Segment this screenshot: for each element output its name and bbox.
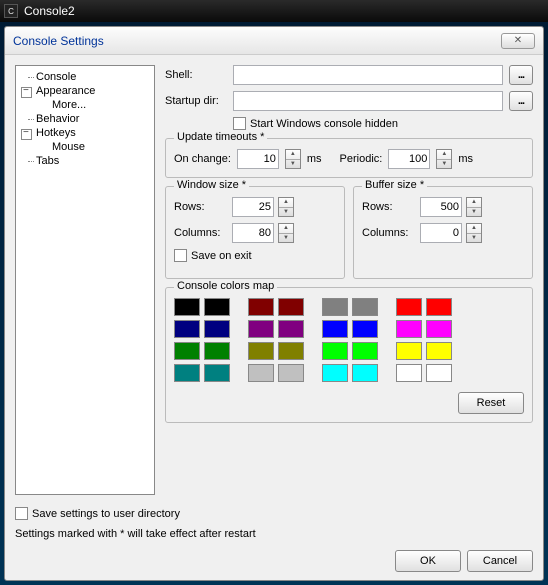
on-change-input[interactable]: 10 [237, 149, 279, 169]
color-swatch[interactable] [352, 298, 378, 316]
periodic-label: Periodic: [340, 153, 383, 165]
color-swatch[interactable] [174, 320, 200, 338]
window-size-group: Window size * Rows: 25 ▲▼ Columns: 80 ▲▼… [165, 186, 345, 279]
app-icon: C [4, 4, 18, 18]
color-swatch[interactable] [426, 342, 452, 360]
periodic-input[interactable]: 100 [388, 149, 430, 169]
shell-label: Shell: [165, 69, 227, 81]
save-user-dir-label: Save settings to user directory [32, 508, 180, 520]
tree-hotkeys[interactable]: Hotkeys [18, 126, 152, 140]
settings-content: Shell: ... Startup dir: ... Start Window… [165, 65, 533, 500]
reset-button[interactable]: Reset [458, 392, 524, 414]
settings-dialog: Console Settings ✕ Console Appearance Mo… [4, 26, 544, 581]
buf-rows-label: Rows: [362, 201, 416, 213]
shell-input[interactable] [233, 65, 503, 85]
tree-mouse[interactable]: Mouse [18, 140, 152, 154]
startup-browse-button[interactable]: ... [509, 91, 533, 111]
on-change-label: On change: [174, 153, 231, 165]
color-swatch[interactable] [322, 342, 348, 360]
buf-rows-input[interactable]: 500 [420, 197, 462, 217]
cancel-button[interactable]: Cancel [467, 550, 533, 572]
periodic-spinner[interactable]: ▲▼ [436, 149, 452, 169]
buffer-size-group: Buffer size * Rows: 500 ▲▼ Columns: 0 ▲▼ [353, 186, 533, 279]
color-swatch[interactable] [396, 364, 422, 382]
tree-appearance[interactable]: Appearance [18, 84, 152, 98]
win-cols-spinner[interactable]: ▲▼ [278, 223, 294, 243]
color-swatch[interactable] [278, 320, 304, 338]
win-rows-label: Rows: [174, 201, 228, 213]
color-swatch[interactable] [278, 298, 304, 316]
dialog-body: Console Appearance More... Behavior Hotk… [5, 55, 543, 510]
ms-label-2: ms [458, 153, 473, 165]
app-title: Console2 [24, 4, 75, 18]
color-swatch[interactable] [204, 298, 230, 316]
color-swatch[interactable] [322, 320, 348, 338]
color-swatch[interactable] [322, 298, 348, 316]
save-user-dir-checkbox[interactable] [15, 507, 28, 520]
color-swatch[interactable] [248, 320, 274, 338]
timeouts-group-label: Update timeouts * [174, 131, 267, 143]
ms-label-1: ms [307, 153, 322, 165]
save-exit-checkbox[interactable] [174, 249, 187, 262]
shell-browse-button[interactable]: ... [509, 65, 533, 85]
settings-tree[interactable]: Console Appearance More... Behavior Hotk… [15, 65, 155, 495]
buf-cols-spinner[interactable]: ▲▼ [466, 223, 482, 243]
startup-label: Startup dir: [165, 95, 227, 107]
colors-group-label: Console colors map [174, 280, 277, 292]
color-swatch[interactable] [248, 342, 274, 360]
footer-note: Settings marked with * will take effect … [15, 528, 533, 540]
buf-rows-spinner[interactable]: ▲▼ [466, 197, 482, 217]
title-bar: C Console2 [0, 0, 548, 22]
tree-console[interactable]: Console [18, 70, 152, 84]
color-swatch[interactable] [278, 342, 304, 360]
dialog-header: Console Settings ✕ [5, 27, 543, 55]
colors-grid [174, 298, 524, 382]
dialog-title: Console Settings [13, 34, 104, 48]
color-swatch[interactable] [278, 364, 304, 382]
color-swatch[interactable] [426, 364, 452, 382]
color-swatch[interactable] [352, 342, 378, 360]
color-swatch[interactable] [204, 342, 230, 360]
color-swatch[interactable] [174, 298, 200, 316]
close-button[interactable]: ✕ [501, 33, 535, 49]
color-swatch[interactable] [352, 364, 378, 382]
color-swatch[interactable] [426, 298, 452, 316]
ok-button[interactable]: OK [395, 550, 461, 572]
win-cols-input[interactable]: 80 [232, 223, 274, 243]
colors-group: Console colors map Reset [165, 287, 533, 423]
color-swatch[interactable] [396, 320, 422, 338]
color-swatch[interactable] [174, 342, 200, 360]
on-change-spinner[interactable]: ▲▼ [285, 149, 301, 169]
tree-more[interactable]: More... [18, 98, 152, 112]
color-swatch[interactable] [396, 298, 422, 316]
color-swatch[interactable] [426, 320, 452, 338]
color-swatch[interactable] [248, 298, 274, 316]
color-swatch[interactable] [204, 364, 230, 382]
color-swatch[interactable] [352, 320, 378, 338]
save-exit-label: Save on exit [191, 250, 252, 262]
window-size-label: Window size * [174, 179, 249, 191]
buffer-size-label: Buffer size * [362, 179, 427, 191]
hidden-checkbox[interactable] [233, 117, 246, 130]
startup-input[interactable] [233, 91, 503, 111]
color-swatch[interactable] [204, 320, 230, 338]
win-rows-spinner[interactable]: ▲▼ [278, 197, 294, 217]
color-swatch[interactable] [248, 364, 274, 382]
timeouts-group: Update timeouts * On change: 10 ▲▼ ms Pe… [165, 138, 533, 178]
win-cols-label: Columns: [174, 227, 228, 239]
tree-tabs[interactable]: Tabs [18, 154, 152, 168]
color-swatch[interactable] [322, 364, 348, 382]
win-rows-input[interactable]: 25 [232, 197, 274, 217]
tree-behavior[interactable]: Behavior [18, 112, 152, 126]
hidden-checkbox-label: Start Windows console hidden [250, 118, 398, 130]
color-swatch[interactable] [174, 364, 200, 382]
dialog-footer: Save settings to user directory Settings… [15, 507, 533, 572]
buf-cols-input[interactable]: 0 [420, 223, 462, 243]
buf-cols-label: Columns: [362, 227, 416, 239]
color-swatch[interactable] [396, 342, 422, 360]
